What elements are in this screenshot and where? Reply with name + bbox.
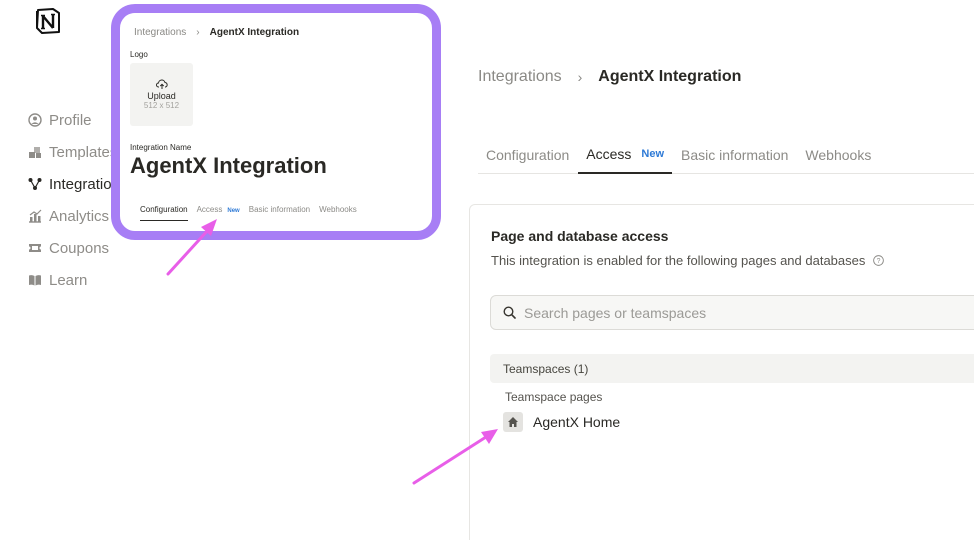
- callout-breadcrumb-parent: Integrations: [134, 27, 187, 38]
- new-badge: New: [641, 148, 665, 160]
- subtitle-text: This integration is enabled for the foll…: [491, 253, 866, 268]
- tab-webhooks[interactable]: Webhooks: [797, 136, 879, 174]
- tab-basic-information[interactable]: Basic information: [673, 136, 796, 174]
- callout-breadcrumb: Integrations › AgentX Integration: [134, 27, 299, 38]
- page-row-agentx-home[interactable]: AgentX Home: [503, 412, 620, 432]
- sidebar-item-coupons[interactable]: Coupons: [28, 232, 127, 264]
- integration-name-label: Integration Name: [130, 143, 192, 152]
- search-icon: [503, 306, 516, 319]
- teamspace-pages-label: Teamspace pages: [505, 390, 603, 404]
- cloud-upload-icon: [155, 79, 168, 89]
- upload-label: Upload: [147, 91, 176, 101]
- tab-label: Webhooks: [805, 147, 872, 163]
- tab-label: Configuration: [486, 147, 570, 163]
- book-icon: [28, 273, 42, 287]
- callout-new-badge: New: [227, 208, 240, 214]
- help-icon[interactable]: ?: [873, 255, 885, 266]
- callout-tab-basic-information: Basic information: [248, 205, 311, 214]
- chevron-right-icon: ›: [196, 27, 200, 38]
- zoom-callout: Integrations › AgentX Integration Logo U…: [111, 4, 441, 240]
- sidebar-item-label: Learn: [49, 271, 88, 289]
- section-title: Page and database access: [491, 228, 669, 244]
- search-input[interactable]: [524, 304, 944, 321]
- sidebar-item-label: Profile: [49, 111, 92, 129]
- access-card: Page and database access This integratio…: [469, 204, 974, 540]
- page-name: AgentX Home: [533, 414, 621, 430]
- breadcrumb: Integrations › AgentX Integration: [478, 68, 741, 86]
- integration-name: AgentX Integration: [130, 153, 327, 178]
- user-circle-icon: [28, 113, 42, 127]
- callout-tab-bar: Configuration Access New Basic informatio…: [140, 205, 366, 221]
- sidebar-item-label: Analytics: [49, 207, 110, 225]
- logo-upload-button[interactable]: Upload 512 x 512: [130, 63, 193, 126]
- svg-text:?: ?: [877, 258, 881, 265]
- home-icon: [503, 412, 523, 432]
- callout-tab-access: Access New: [197, 205, 240, 221]
- teamspaces-header[interactable]: Teamspaces (1): [490, 354, 974, 383]
- section-subtitle: This integration is enabled for the foll…: [491, 253, 885, 268]
- tab-access[interactable]: Access New: [578, 136, 673, 174]
- callout-tab-label: Access: [196, 205, 223, 214]
- tab-bar: Configuration Access New Basic informatio…: [478, 136, 974, 174]
- callout-tab-configuration: Configuration: [140, 205, 188, 221]
- tab-label: Basic information: [681, 147, 789, 163]
- ticket-icon: [28, 241, 42, 255]
- search-box[interactable]: [490, 295, 974, 330]
- tab-label: Access: [586, 146, 632, 162]
- notion-logo-icon: [36, 8, 60, 34]
- sidebar-item-label: Templates: [49, 143, 118, 161]
- callout-breadcrumb-current: AgentX Integration: [209, 27, 300, 38]
- tab-configuration[interactable]: Configuration: [478, 136, 577, 174]
- graph-nodes-icon: [28, 177, 42, 191]
- sidebar-item-learn[interactable]: Learn: [28, 264, 127, 296]
- chevron-right-icon: ›: [577, 69, 583, 85]
- upload-size-hint: 512 x 512: [143, 101, 180, 110]
- callout-tab-webhooks: Webhooks: [319, 205, 357, 214]
- breadcrumb-parent-link[interactable]: Integrations: [478, 68, 562, 86]
- page-title: AgentX Integration: [598, 68, 742, 85]
- logo-label: Logo: [130, 50, 148, 59]
- template-icon: [28, 145, 42, 159]
- chart-icon: [28, 209, 42, 223]
- sidebar-item-label: Coupons: [49, 239, 110, 257]
